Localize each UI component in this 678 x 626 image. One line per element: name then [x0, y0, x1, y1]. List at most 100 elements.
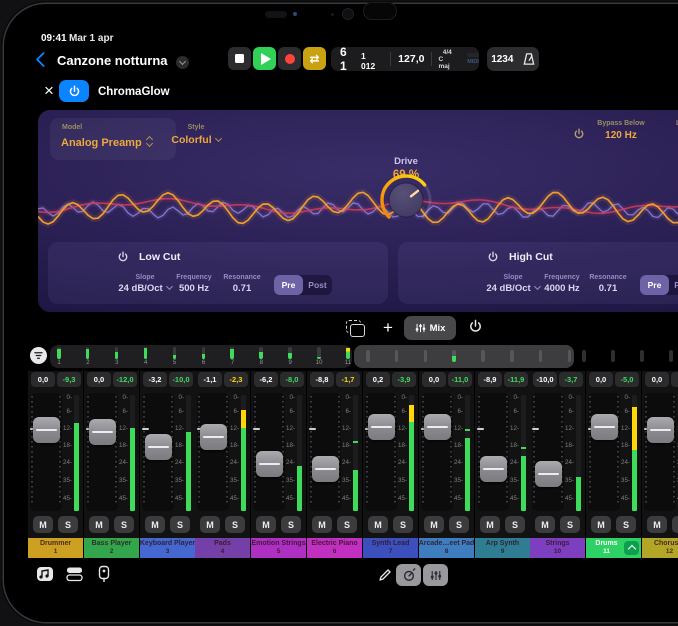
resonance-value[interactable]: 0.71 [207, 283, 277, 294]
fader-cap[interactable] [480, 456, 507, 482]
mute-button[interactable]: M [200, 516, 220, 533]
navigator-meter[interactable] [611, 350, 615, 362]
faders-view-button[interactable] [423, 564, 448, 586]
navigator-meter[interactable] [230, 347, 234, 359]
back-chevron-icon[interactable] [36, 52, 52, 68]
high-cut-pre-post-toggle[interactable]: Pre Post [640, 275, 678, 295]
solo-button[interactable]: S [393, 516, 413, 533]
peak-value[interactable]: -5,0 [615, 372, 639, 387]
fader-value[interactable]: 0,0 [87, 372, 111, 387]
close-plugin-icon[interactable]: × [39, 80, 59, 102]
peak-value[interactable]: -3,7 [559, 372, 583, 387]
navigator-meter[interactable] [144, 347, 148, 359]
navigator-meter[interactable] [346, 347, 350, 359]
navigator-meter[interactable] [669, 350, 673, 362]
fader-value[interactable]: 0,0 [589, 372, 613, 387]
peak-value[interactable] [671, 372, 678, 387]
fader-value[interactable]: -8,9 [478, 372, 502, 387]
bypass-below-control[interactable]: Bypass Below 120 Hz [590, 120, 652, 141]
navigator-meter[interactable] [640, 350, 644, 362]
fader-value[interactable]: 0,2 [366, 372, 390, 387]
solo-button[interactable]: S [170, 516, 190, 533]
style-selector[interactable]: Style Colorful [156, 118, 236, 146]
peak-value[interactable]: -2,3 [224, 372, 248, 387]
post-segment[interactable]: Post [303, 275, 332, 295]
solo-button[interactable]: S [114, 516, 134, 533]
navigator-meter[interactable] [481, 350, 485, 362]
fader-cap[interactable] [424, 414, 451, 440]
peak-value[interactable]: -8,0 [280, 372, 304, 387]
track-name-band[interactable]: Drums11 [586, 538, 641, 558]
song-title[interactable]: Canzone notturna [57, 53, 168, 68]
track-name-band[interactable]: Keyboard Player3 [140, 538, 195, 558]
io-plug-icon[interactable] [98, 565, 110, 583]
navigator-meter[interactable] [202, 347, 206, 359]
plugin-tiles-icon[interactable] [66, 566, 83, 582]
solo-button[interactable]: S [281, 516, 301, 533]
bypass-power-icon[interactable] [573, 128, 585, 140]
fader-value[interactable]: 0,0 [31, 372, 55, 387]
fader-cap[interactable] [145, 434, 172, 460]
track-name-band[interactable]: Arcade…eet Pad8 [419, 538, 474, 558]
fader-value[interactable]: -8,8 [310, 372, 334, 387]
navigator-meter[interactable] [539, 350, 543, 362]
count-in-button[interactable]: 1234 [491, 54, 513, 65]
mute-button[interactable]: M [145, 516, 165, 533]
fader-value[interactable]: -6,2 [254, 372, 278, 387]
navigator-meter[interactable] [115, 347, 119, 359]
peak-value[interactable]: -3,9 [392, 372, 416, 387]
duplicate-icon[interactable] [346, 320, 361, 333]
fader-cap[interactable] [33, 417, 60, 443]
navigator-meter[interactable] [288, 347, 292, 359]
mute-button[interactable]: M [312, 516, 332, 533]
solo-button[interactable]: S [337, 516, 357, 533]
mute-button[interactable]: M [33, 516, 53, 533]
mute-button[interactable]: M [424, 516, 444, 533]
low-cut-power-icon[interactable] [117, 251, 129, 263]
song-menu-chevron-icon[interactable] [176, 56, 189, 69]
track-name-band[interactable]: Bass Player2 [84, 538, 139, 558]
stack-collapse-button[interactable] [624, 541, 639, 555]
solo-button[interactable]: S [505, 516, 525, 533]
fader-cap[interactable] [200, 424, 227, 450]
track-name-band[interactable]: Chorus V12 [642, 538, 678, 558]
navigator-meter[interactable] [173, 347, 177, 359]
fader-cap[interactable] [591, 414, 618, 440]
mute-button[interactable]: M [89, 516, 109, 533]
peak-value[interactable]: -9,3 [57, 372, 81, 387]
fader-value[interactable]: -10,0 [533, 372, 557, 387]
track-name-band[interactable]: Synth Lead7 [363, 538, 418, 558]
play-button[interactable] [253, 47, 276, 70]
mix-mode-button[interactable]: Mix [404, 316, 456, 340]
browser-icon[interactable] [36, 566, 54, 582]
navigator-meter[interactable] [395, 350, 399, 362]
solo-button[interactable]: S [560, 516, 580, 533]
solo-button[interactable]: S [225, 516, 245, 533]
navigator-meter[interactable] [510, 350, 514, 362]
solo-button[interactable]: S [58, 516, 78, 533]
mute-button[interactable]: M [480, 516, 500, 533]
navigator-meter[interactable] [568, 350, 572, 362]
fader-value[interactable]: 0,0 [645, 372, 669, 387]
fader-cap[interactable] [535, 461, 562, 487]
peak-value[interactable]: -12,0 [113, 372, 137, 387]
navigator-meter[interactable] [424, 350, 428, 362]
navigator-meter[interactable] [452, 350, 456, 362]
pre-segment[interactable]: Pre [274, 275, 303, 295]
mixer-power-icon[interactable] [468, 319, 483, 334]
drive-knob[interactable] [378, 172, 434, 228]
fader-value[interactable]: 0,0 [422, 372, 446, 387]
navigator-meter[interactable] [366, 350, 370, 362]
navigator-meter[interactable] [86, 347, 90, 359]
track-filter-button[interactable] [30, 347, 47, 364]
mute-button[interactable]: M [591, 516, 611, 533]
navigator-meter[interactable] [582, 350, 586, 362]
mute-button[interactable]: M [647, 516, 667, 533]
peak-value[interactable]: -11,9 [504, 372, 528, 387]
solo-button[interactable]: S [672, 516, 678, 533]
stop-button[interactable] [228, 47, 251, 70]
fader-cap[interactable] [368, 414, 395, 440]
add-track-button[interactable]: + [377, 316, 399, 340]
track-navigator[interactable]: 1234567891011 [28, 344, 678, 370]
cycle-button[interactable]: ⇄ [303, 47, 326, 70]
